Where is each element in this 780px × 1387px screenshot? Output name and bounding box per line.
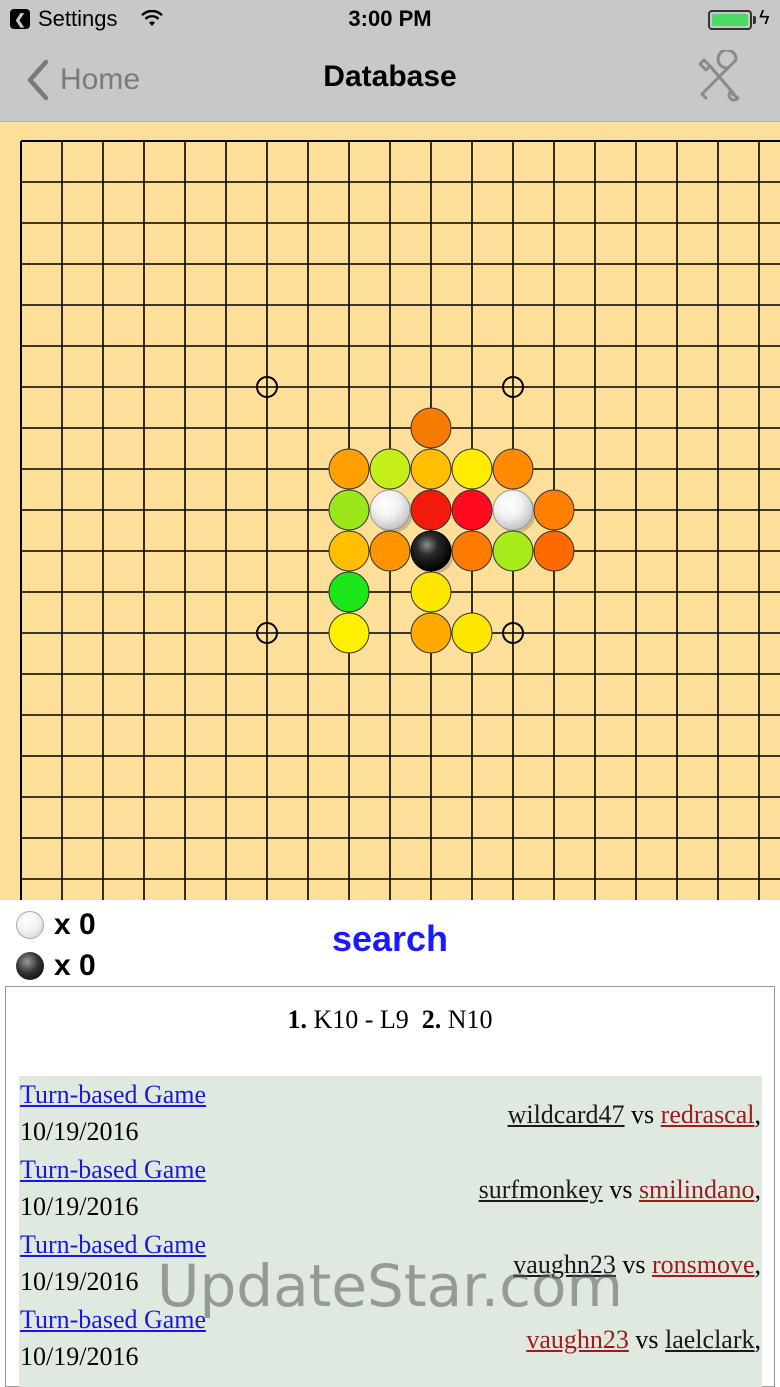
trailing-comma: , — [754, 1250, 762, 1279]
move-text: N10 — [447, 1005, 493, 1034]
battery-icon — [708, 10, 752, 30]
black-stone — [410, 530, 452, 572]
trailing-comma: , — [754, 1100, 762, 1129]
heat-stone — [328, 612, 370, 654]
game-players: vaughn23 vs ronsmove, — [513, 1250, 761, 1280]
vs-label: vs — [622, 1250, 646, 1279]
games-list: Turn-based Game 10/19/2016 wildcard47 vs r… — [19, 1076, 762, 1387]
game-players: wildcard47 vs redrascal, — [508, 1100, 761, 1130]
heat-stone — [410, 571, 452, 613]
game-row: Turn-based Game 10/19/2016 vaughn23 vs lae… — [19, 1301, 762, 1376]
heat-stone — [328, 571, 370, 613]
heat-stone — [451, 489, 493, 531]
charging-icon: ϟ — [759, 7, 770, 29]
move-number: 2. — [421, 1005, 442, 1034]
heat-stone — [328, 448, 370, 490]
page-title: Database — [323, 60, 457, 93]
heat-stone — [492, 448, 534, 490]
heat-stone — [328, 530, 370, 572]
player-link[interactable]: wildcard47 — [508, 1100, 625, 1129]
heat-stone — [369, 530, 411, 572]
tools-icon[interactable] — [692, 50, 748, 106]
vs-label: vs — [635, 1325, 659, 1354]
vs-label: vs — [609, 1175, 633, 1204]
player-link[interactable]: vaughn23 — [526, 1325, 629, 1354]
game-type-link[interactable]: Turn-based Game — [20, 1080, 206, 1110]
heat-stone — [328, 489, 370, 531]
game-players: vaughn23 vs laelclark, — [526, 1325, 761, 1355]
game-type-link[interactable]: Turn-based Game — [20, 1230, 206, 1260]
player-link[interactable]: smilindano — [639, 1175, 755, 1204]
heat-stone — [451, 448, 493, 490]
heat-stone — [492, 530, 534, 572]
status-bar: ❮ Settings 3:00 PM ϟ — [0, 0, 780, 40]
player-link[interactable]: redrascal — [661, 1100, 755, 1129]
trailing-comma: , — [754, 1325, 762, 1354]
game-date: 10/19/2016 — [20, 1117, 139, 1146]
game-type-link[interactable]: Turn-based Game — [20, 1305, 206, 1335]
heat-stone — [533, 489, 575, 531]
game-players: surfmonkey vs smilindano, — [479, 1175, 761, 1205]
player-link[interactable]: ronsmove — [652, 1250, 755, 1279]
nav-bar: Home Database — [0, 40, 780, 122]
search-button[interactable]: search — [0, 918, 780, 960]
game-date: 10/19/2016 — [20, 1267, 139, 1296]
game-row: Turn-based Game 10/19/2016 surfmonkey vs s… — [19, 1151, 762, 1226]
game-date: 10/19/2016 — [20, 1342, 139, 1371]
controls-area: x 0 x 0 search — [0, 900, 780, 986]
board-grid[interactable] — [0, 122, 780, 900]
white-stone — [492, 489, 534, 531]
heat-stone — [410, 489, 452, 531]
player-link[interactable]: laelclark — [665, 1325, 755, 1354]
trailing-comma: , — [754, 1175, 762, 1204]
heat-stone — [410, 612, 452, 654]
move-sequence: 1. K10 - L9 2. N10 — [6, 1005, 774, 1035]
heat-stone — [410, 448, 452, 490]
heat-stone — [369, 448, 411, 490]
go-board[interactable] — [0, 122, 780, 900]
game-type-link[interactable]: Turn-based Game — [20, 1155, 206, 1185]
game-date: 10/19/2016 — [20, 1192, 139, 1221]
player-link[interactable]: vaughn23 — [513, 1250, 616, 1279]
white-stone — [369, 489, 411, 531]
heat-stone — [451, 612, 493, 654]
status-time: 3:00 PM — [348, 6, 432, 31]
vs-label: vs — [631, 1100, 655, 1129]
heat-stone — [533, 530, 575, 572]
results-panel: 1. K10 - L9 2. N10 Turn-based Game 10/19/… — [5, 986, 775, 1387]
move-number: 1. — [287, 1005, 307, 1034]
player-link[interactable]: surfmonkey — [479, 1175, 603, 1204]
heat-stone — [451, 530, 493, 572]
move-text: K10 - L9 — [313, 1005, 409, 1034]
game-row: Turn-based Game 10/19/2016 wildcard47 vs r… — [19, 1076, 762, 1151]
game-row: Turn-based Game 10/19/2016 vaughn23 vs ron… — [19, 1226, 762, 1301]
heat-stone — [410, 407, 452, 449]
battery-tip — [753, 16, 756, 24]
